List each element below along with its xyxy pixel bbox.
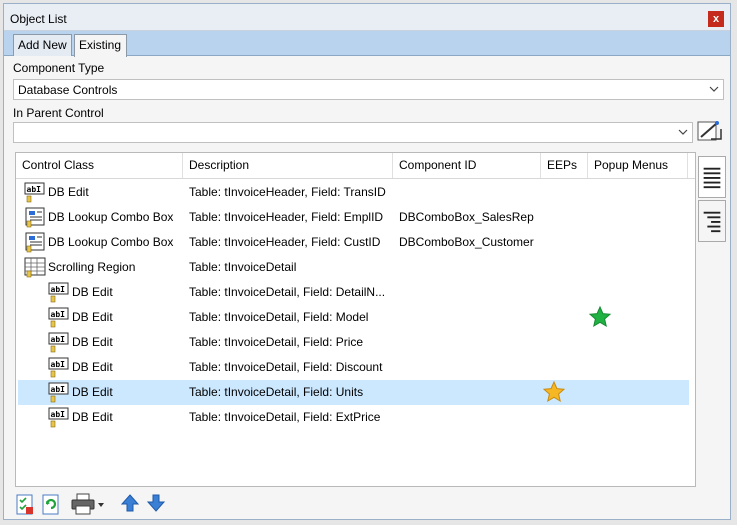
column-header-popup-menus[interactable]: Popup Menus (588, 153, 688, 178)
cell-description: Table: tInvoiceDetail, Field: ExtPrice (189, 410, 381, 424)
svg-text:abI: abI (51, 360, 66, 369)
tab-strip: Add New Existing (4, 31, 730, 57)
cell-description: Table: tInvoiceHeader, Field: CustID (189, 235, 381, 249)
svg-text:abI: abI (51, 310, 66, 319)
svg-text:abI: abI (51, 285, 66, 294)
cell-description: Table: tInvoiceDetail, Field: DetailN... (189, 285, 386, 299)
svg-text:abI: abI (51, 385, 66, 394)
move-up-icon[interactable] (120, 492, 140, 514)
svg-text:abI: abI (51, 410, 66, 419)
db-edit-icon: abI (48, 357, 69, 378)
popup-menu-star-icon[interactable] (588, 305, 612, 329)
cell-description: Table: tInvoiceDetail, Field: Model (189, 310, 369, 324)
side-tabs (698, 156, 726, 244)
tab-existing[interactable]: Existing (74, 34, 127, 57)
refresh-icon[interactable] (40, 492, 62, 516)
eep-star-icon[interactable] (542, 380, 566, 404)
parent-control-select[interactable] (13, 122, 693, 143)
print-icon[interactable] (70, 492, 106, 516)
object-grid[interactable]: Control Class Description Component ID E… (15, 152, 696, 487)
column-header-control-class[interactable]: Control Class (16, 153, 183, 178)
component-type-value: Database Controls (18, 83, 118, 97)
cell-description: Table: tInvoiceDetail, Field: Discount (189, 360, 383, 374)
chevron-down-icon (678, 129, 688, 135)
svg-text:abI: abI (27, 185, 42, 194)
cell-description: Table: tInvoiceDetail, Field: Units (189, 385, 364, 399)
db-edit-icon: abI (48, 407, 69, 428)
table-row[interactable]: abI DB Edit Table: tInvoiceDetail, Field: … (18, 405, 689, 430)
cell-description: Table: tInvoiceHeader, Field: EmplID (189, 210, 384, 224)
window-title: Object List (10, 12, 67, 26)
cell-description: Table: tInvoiceHeader, Field: TransID (189, 185, 386, 199)
chevron-down-icon (709, 86, 719, 92)
table-row[interactable]: DB Lookup Combo Box Table: tInvoiceHeader… (18, 205, 689, 230)
parent-control-label: In Parent Control (13, 106, 104, 120)
title-bar: Object List x (4, 4, 730, 31)
table-row[interactable]: abI DB Edit Table: tInvoiceDetail, Field: … (18, 280, 689, 305)
list-view-icon[interactable] (698, 156, 726, 198)
checklist-icon[interactable] (14, 492, 36, 516)
component-type-label: Component Type (13, 61, 105, 75)
close-button[interactable]: x (708, 11, 724, 27)
table-row[interactable]: abI DB Edit Table: tInvoiceHeader, Field: … (18, 180, 689, 205)
cell-control-class: Scrolling Region (48, 260, 136, 274)
cell-control-class: DB Edit (72, 360, 113, 374)
tree-view-icon[interactable] (698, 200, 726, 242)
table-row[interactable]: abI DB Edit Table: tInvoiceDetail, Field: … (18, 330, 689, 355)
cell-control-class: DB Lookup Combo Box (48, 235, 174, 249)
table-row[interactable]: abI DB Edit Table: tInvoiceDetail, Field: … (18, 305, 689, 330)
cell-control-class: DB Edit (72, 285, 113, 299)
db-lookup-combo-icon (25, 207, 45, 228)
cell-description: Table: tInvoiceDetail, Field: Price (189, 335, 364, 349)
cell-control-class: DB Lookup Combo Box (48, 210, 174, 224)
db-lookup-combo-icon (25, 232, 45, 253)
cell-component-id: DBComboBox_Customer (399, 235, 534, 249)
header-divider (16, 178, 695, 179)
cell-description: Table: tInvoiceDetail (189, 260, 297, 274)
column-header-description[interactable]: Description (183, 153, 393, 178)
table-row[interactable]: abI DB Edit Table: tInvoiceDetail, Field: … (18, 380, 689, 405)
tab-add-new[interactable]: Add New (13, 34, 72, 56)
cell-control-class: DB Edit (72, 410, 113, 424)
scrolling-region-icon (24, 257, 46, 278)
db-edit-icon: abI (48, 282, 69, 303)
column-header-eeps[interactable]: EEPs (541, 153, 588, 178)
cell-control-class: DB Edit (72, 385, 113, 399)
db-edit-icon: abI (48, 382, 69, 403)
column-header-component-id[interactable]: Component ID (393, 153, 541, 178)
db-edit-icon: abI (48, 332, 69, 353)
pick-control-icon[interactable] (697, 118, 723, 144)
move-down-icon[interactable] (146, 492, 166, 514)
svg-text:abI: abI (51, 335, 66, 344)
object-list-window: Object List x Add New Existing Component… (3, 3, 731, 520)
table-row[interactable]: abI DB Edit Table: tInvoiceDetail, Field: … (18, 355, 689, 380)
db-edit-icon: abI (24, 182, 45, 203)
table-row[interactable]: Scrolling Region Table: tInvoiceDetail (18, 255, 689, 280)
db-edit-icon: abI (48, 307, 69, 328)
cell-control-class: DB Edit (48, 185, 89, 199)
cell-control-class: DB Edit (72, 335, 113, 349)
component-type-select[interactable]: Database Controls (13, 79, 724, 100)
cell-control-class: DB Edit (72, 310, 113, 324)
cell-component-id: DBComboBox_SalesRep (399, 210, 534, 224)
table-row[interactable]: DB Lookup Combo Box Table: tInvoiceHeader… (18, 230, 689, 255)
